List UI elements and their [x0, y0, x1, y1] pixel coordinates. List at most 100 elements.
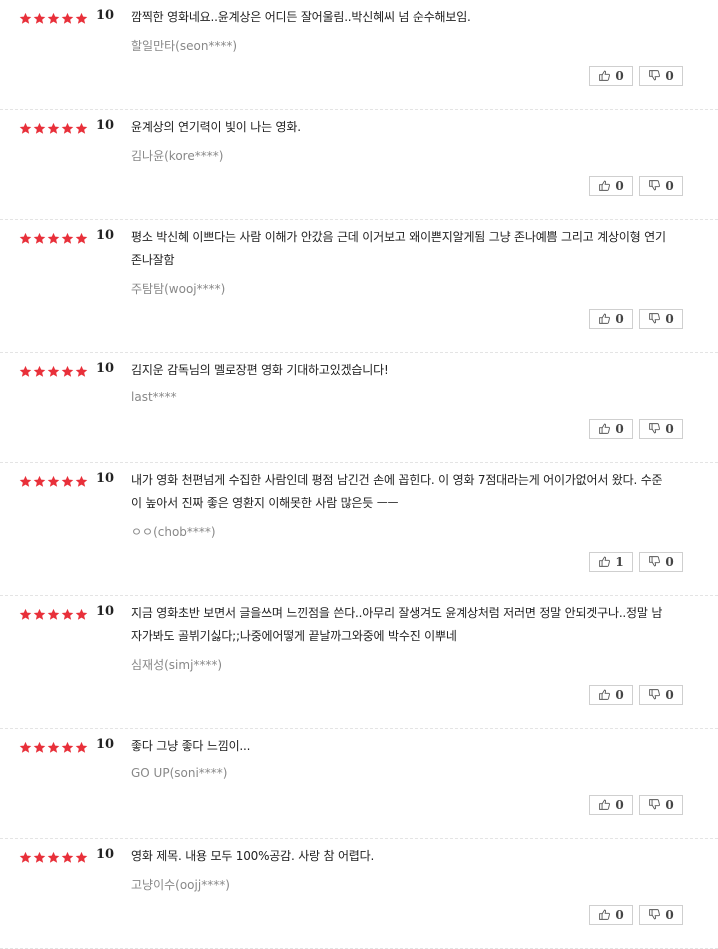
star-icon: [75, 741, 88, 754]
dislike-button[interactable]: 0: [639, 309, 683, 329]
star-icon: [75, 608, 88, 621]
star-icon: [19, 608, 32, 621]
star-icon: [75, 12, 88, 25]
dislike-count: 0: [665, 555, 674, 569]
review-author[interactable]: ㅇㅇ(chob****): [131, 523, 216, 540]
star-icon: [19, 232, 32, 245]
star-icon: [19, 475, 32, 488]
review-list: 10 깜찍한 영화네요..윤계상은 어디든 잘어울림..박신혜씨 넘 순수해보임.…: [0, 0, 718, 949]
thumbs-down-icon: [648, 906, 661, 925]
star-rating: [19, 12, 88, 25]
review-score: 10: [96, 361, 115, 376]
review-author[interactable]: GO UP(soni****): [131, 766, 227, 780]
star-icon: [19, 741, 32, 754]
like-button[interactable]: 0: [589, 309, 633, 329]
thumbs-down-icon: [648, 67, 661, 86]
star-icon: [75, 122, 88, 135]
star-icon: [19, 851, 32, 864]
star-icon: [75, 232, 88, 245]
thumbs-down-icon: [648, 177, 661, 196]
dislike-button[interactable]: 0: [639, 685, 683, 705]
review-author[interactable]: 고냥이수(oojj****): [131, 876, 230, 893]
star-icon: [47, 851, 60, 864]
like-count: 0: [615, 69, 624, 83]
review-author[interactable]: 주탐탐(wooj****): [131, 280, 225, 297]
star-icon: [61, 365, 74, 378]
dislike-button[interactable]: 0: [639, 795, 683, 815]
dislike-button[interactable]: 0: [639, 176, 683, 196]
star-icon: [61, 475, 74, 488]
dislike-button[interactable]: 0: [639, 905, 683, 925]
star-icon: [33, 232, 46, 245]
star-icon: [33, 12, 46, 25]
thumbs-up-icon: [598, 553, 611, 572]
star-rating: [19, 232, 88, 245]
review-author[interactable]: 심재성(simj****): [131, 656, 222, 673]
star-icon: [61, 122, 74, 135]
like-button[interactable]: 0: [589, 419, 633, 439]
review-score: 10: [96, 8, 115, 23]
review-text: 내가 영화 천편넘게 수집한 사람인데 평점 남긴건 손에 꼽힌다. 이 영화 …: [131, 473, 663, 510]
star-icon: [47, 232, 60, 245]
dislike-count: 0: [665, 69, 674, 83]
review-score: 10: [96, 737, 115, 752]
like-count: 0: [615, 422, 624, 436]
review-score: 10: [96, 471, 115, 486]
like-button[interactable]: 0: [589, 176, 633, 196]
review-author[interactable]: 김나윤(kore****): [131, 147, 223, 164]
review-author[interactable]: 할일만타(seon****): [131, 37, 237, 54]
thumbs-up-icon: [598, 686, 611, 705]
like-count: 1: [615, 555, 624, 569]
like-button[interactable]: 1: [589, 552, 633, 572]
like-button[interactable]: 0: [589, 905, 633, 925]
review-item: 10 내가 영화 천편넘게 수집한 사람인데 평점 남긴건 손에 꼽힌다. 이 영…: [0, 463, 718, 596]
star-icon: [75, 851, 88, 864]
dislike-count: 0: [665, 422, 674, 436]
star-icon: [47, 365, 60, 378]
star-rating: [19, 475, 88, 488]
star-icon: [61, 851, 74, 864]
dislike-button[interactable]: 0: [639, 552, 683, 572]
dislike-count: 0: [665, 688, 674, 702]
like-count: 0: [615, 312, 624, 326]
dislike-button[interactable]: 0: [639, 419, 683, 439]
dislike-button[interactable]: 0: [639, 66, 683, 86]
review-item: 10 영화 제목. 내용 모두 100%공감. 사랑 참 어렵다. 고냥이수(ooj…: [0, 839, 718, 949]
review-item: 10 윤계상의 연기력이 빛이 나는 영화. 김나윤(kore****) 0 0: [0, 110, 718, 220]
star-icon: [47, 12, 60, 25]
star-icon: [33, 365, 46, 378]
star-icon: [33, 608, 46, 621]
like-button[interactable]: 0: [589, 66, 633, 86]
review-score: 10: [96, 604, 115, 619]
star-icon: [19, 122, 32, 135]
like-count: 0: [615, 688, 624, 702]
star-icon: [75, 475, 88, 488]
review-text: 지금 영화초반 보면서 글을쓰며 느낀점을 쓴다..아무리 잘생겨도 윤계상처럼…: [131, 606, 663, 643]
like-button[interactable]: 0: [589, 685, 633, 705]
star-icon: [47, 741, 60, 754]
star-icon: [61, 608, 74, 621]
thumbs-down-icon: [648, 553, 661, 572]
star-icon: [75, 365, 88, 378]
thumbs-up-icon: [598, 796, 611, 815]
review-score: 10: [96, 228, 115, 243]
review-text: 윤계상의 연기력이 빛이 나는 영화.: [131, 120, 301, 134]
star-icon: [47, 122, 60, 135]
star-icon: [19, 12, 32, 25]
review-text: 김지운 감독님의 멜로장편 영화 기대하고있겠습니다!: [131, 363, 389, 377]
review-author[interactable]: last****: [131, 390, 177, 404]
star-icon: [33, 475, 46, 488]
review-text: 평소 박신혜 이쁘다는 사람 이해가 안갔음 근데 이거보고 왜이쁜지알게됨 그…: [131, 230, 666, 267]
star-rating: [19, 741, 88, 754]
star-icon: [61, 741, 74, 754]
thumbs-up-icon: [598, 906, 611, 925]
review-item: 10 지금 영화초반 보면서 글을쓰며 느낀점을 쓴다..아무리 잘생겨도 윤계상…: [0, 596, 718, 729]
thumbs-up-icon: [598, 177, 611, 196]
star-rating: [19, 122, 88, 135]
like-count: 0: [615, 908, 624, 922]
like-count: 0: [615, 179, 624, 193]
like-button[interactable]: 0: [589, 795, 633, 815]
star-icon: [61, 232, 74, 245]
star-icon: [47, 475, 60, 488]
review-item: 10 평소 박신혜 이쁘다는 사람 이해가 안갔음 근데 이거보고 왜이쁜지알게됨…: [0, 220, 718, 353]
